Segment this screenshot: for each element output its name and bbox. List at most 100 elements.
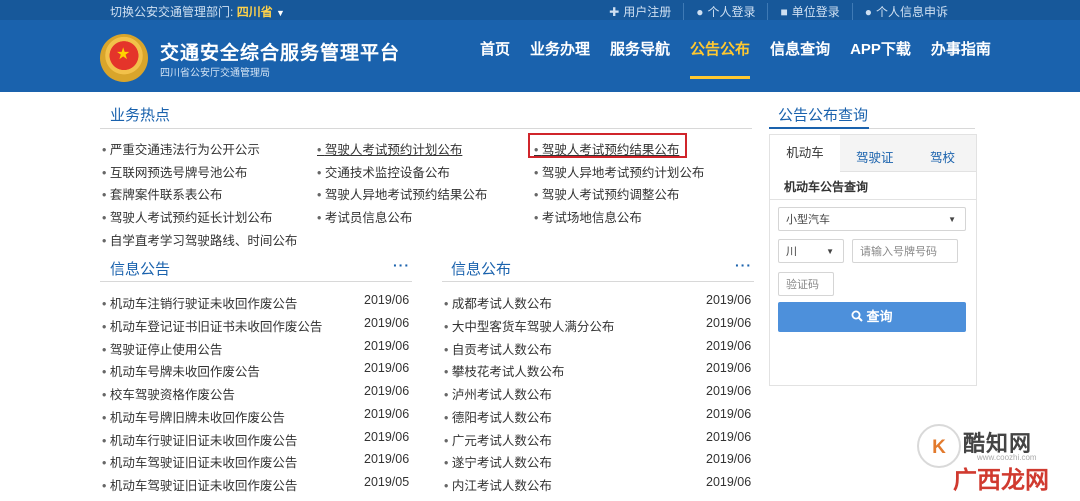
query-section-title: 公告公布查询 xyxy=(778,107,869,124)
watermark-sub: 广西龙网 xyxy=(953,467,1049,494)
hot-link[interactable]: 互联网预选号牌号池公布 xyxy=(102,162,248,181)
list-item[interactable]: 内江考试人数公布 xyxy=(444,475,552,494)
building-icon: ■ xyxy=(780,4,788,19)
hot-link[interactable]: 套牌案件联系表公布 xyxy=(102,184,223,203)
info-publish-title: 信息公布 xyxy=(451,261,512,278)
nav-announcements[interactable]: 公告公布 xyxy=(690,40,751,79)
list-item[interactable]: 成都考试人数公布 xyxy=(444,293,552,312)
hot-link[interactable]: 驾驶人考试预约调整公布 xyxy=(534,184,680,203)
tab-vehicle[interactable]: 机动车 xyxy=(770,135,840,172)
tab-license[interactable]: 驾驶证 xyxy=(856,147,894,166)
plus-icon: ✚ xyxy=(609,4,620,19)
list-item[interactable]: 机动车登记证书旧证书未收回作废公告 xyxy=(102,316,323,335)
hot-link[interactable]: 考试场地信息公布 xyxy=(534,207,642,226)
vehicle-type-value: 小型汽车 xyxy=(786,214,830,226)
query-tabs: 机动车 驾驶证 驾校 xyxy=(770,135,976,172)
appeal-link[interactable]: ● 个人信息申诉 xyxy=(851,3,960,20)
info-notice-divider xyxy=(100,281,412,282)
police-emblem-icon xyxy=(100,34,148,82)
list-item[interactable]: 机动车号牌旧牌未收回作废公告 xyxy=(102,407,285,426)
hot-link[interactable]: 驾驶人异地考试预约结果公布 xyxy=(317,184,488,203)
list-item[interactable]: 机动车驾驶证旧证未收回作废公告 xyxy=(102,452,298,471)
list-item[interactable]: 机动车号牌未收回作废公告 xyxy=(102,361,260,380)
list-item[interactable]: 自贡考试人数公布 xyxy=(444,339,552,358)
list-date: 2019/06 xyxy=(706,384,752,398)
account-links: ✚ 用户注册 ● 个人登录 ■ 单位登录 ● 个人信息申诉 xyxy=(597,3,960,20)
highlight-box xyxy=(528,133,687,158)
list-item[interactable]: 驾驶证停止使用公告 xyxy=(102,339,223,358)
list-date: 2019/06 xyxy=(364,339,410,353)
list-item[interactable]: 泸州考试人数公布 xyxy=(444,384,552,403)
register-link[interactable]: ✚ 用户注册 xyxy=(597,3,683,20)
main-nav: 首页 业务办理 服务导航 公告公布 信息查询 APP下载 办事指南 xyxy=(470,40,1001,79)
nav-home[interactable]: 首页 xyxy=(480,40,510,76)
query-button-label: 查询 xyxy=(866,309,893,324)
list-date: 2019/06 xyxy=(364,452,410,466)
nav-guide[interactable]: 办事指南 xyxy=(931,40,991,76)
watermark: K 酷知网 www.coozhi.com 广西龙网 xyxy=(915,410,1065,500)
site-subtitle: 四川省公安厅交通管理局 xyxy=(160,68,270,79)
hot-link[interactable]: 严重交通违法行为公开公示 xyxy=(102,139,260,158)
department-switch[interactable]: 切换公安交通管理部门: 四川省 ▼ xyxy=(110,3,285,20)
hot-link[interactable]: 驾驶人考试预约计划公布 xyxy=(317,139,463,158)
info-notice-more-button[interactable]: ··· xyxy=(393,257,410,273)
personal-login-link[interactable]: ● 个人登录 xyxy=(683,3,767,20)
province-selector[interactable]: 四川省 xyxy=(237,5,273,19)
list-date: 2019/06 xyxy=(364,361,410,375)
company-login-link[interactable]: ■ 单位登录 xyxy=(767,3,851,20)
list-item[interactable]: 攀枝花考试人数公布 xyxy=(444,361,565,380)
nav-app-download[interactable]: APP下载 xyxy=(850,40,911,76)
info-publish-divider xyxy=(442,281,754,282)
hot-section-title: 业务热点 xyxy=(110,107,171,124)
top-bar: 切换公安交通管理部门: 四川省 ▼ ✚ 用户注册 ● 个人登录 ■ 单位登录 ● 个人信… xyxy=(0,0,1080,20)
vehicle-type-select[interactable]: 小型汽车 ▼ xyxy=(778,207,966,231)
list-date: 2019/06 xyxy=(364,316,410,330)
list-item[interactable]: 机动车行驶证旧证未收回作废公告 xyxy=(102,430,298,449)
list-item[interactable]: 大中型客货车驾驶人满分公布 xyxy=(444,316,615,335)
plate-number-input[interactable]: 请输入号牌号码 xyxy=(852,239,958,263)
hot-link[interactable]: 交通技术监控设备公布 xyxy=(317,162,450,181)
user-icon: ● xyxy=(696,4,704,19)
info-publish-more-button[interactable]: ··· xyxy=(735,257,752,273)
list-date: 2019/06 xyxy=(706,452,752,466)
hot-link[interactable]: 驾驶人考试预约延长计划公布 xyxy=(102,207,273,226)
site-header: 交通安全综合服务管理平台 四川省公安厅交通管理局 首页 业务办理 服务导航 公告… xyxy=(0,20,1080,92)
nav-business[interactable]: 业务办理 xyxy=(530,40,590,76)
switch-label: 切换公安交通管理部门: xyxy=(110,5,234,19)
list-date: 2019/06 xyxy=(364,407,410,421)
list-date: 2019/06 xyxy=(706,316,752,330)
list-item[interactable]: 校车驾驶资格作废公告 xyxy=(102,384,235,403)
query-panel: 机动车 驾驶证 驾校 机动车公告查询 小型汽车 ▼ 川 ▼ 请输入号牌号码 验证… xyxy=(769,134,977,386)
site-title: 交通安全综合服务管理平台 xyxy=(160,43,401,64)
list-item[interactable]: 遂宁考试人数公布 xyxy=(444,452,552,471)
caret-down-icon: ▼ xyxy=(948,215,956,224)
query-button[interactable]: 查询 xyxy=(778,302,966,332)
province-abbr-select[interactable]: 川 ▼ xyxy=(778,239,844,263)
person-icon: ● xyxy=(864,4,872,19)
list-item[interactable]: 广元考试人数公布 xyxy=(444,430,552,449)
list-date: 2019/06 xyxy=(706,361,752,375)
search-icon xyxy=(851,310,864,322)
panel-divider xyxy=(770,199,976,200)
caret-down-icon: ▼ xyxy=(276,8,285,18)
list-date: 2019/06 xyxy=(706,430,752,444)
nav-info-query[interactable]: 信息查询 xyxy=(770,40,830,76)
hot-link[interactable]: 自学直考学习驾驶路线、时间公布 xyxy=(102,230,298,249)
list-date: 2019/06 xyxy=(364,293,410,307)
nav-service[interactable]: 服务导航 xyxy=(610,40,670,76)
tab-driving-school[interactable]: 驾校 xyxy=(930,147,955,166)
list-item[interactable]: 德阳考试人数公布 xyxy=(444,407,552,426)
query-title-underline xyxy=(769,127,869,129)
list-item[interactable]: 机动车注销行驶证未收回作废公告 xyxy=(102,293,298,312)
list-date: 2019/06 xyxy=(706,293,752,307)
query-subtitle: 机动车公告查询 xyxy=(784,180,869,194)
hot-divider xyxy=(100,128,752,129)
hot-link[interactable]: 考试员信息公布 xyxy=(317,207,413,226)
list-date: 2019/06 xyxy=(706,475,752,489)
info-notice-title: 信息公告 xyxy=(110,261,171,278)
list-item[interactable]: 机动车驾驶证旧证未收回作废公告 xyxy=(102,475,298,494)
captcha-input[interactable]: 验证码 xyxy=(778,272,834,296)
caret-down-icon: ▼ xyxy=(826,247,834,256)
list-date: 2019/06 xyxy=(364,384,410,398)
hot-link[interactable]: 驾驶人异地考试预约计划公布 xyxy=(534,162,705,181)
